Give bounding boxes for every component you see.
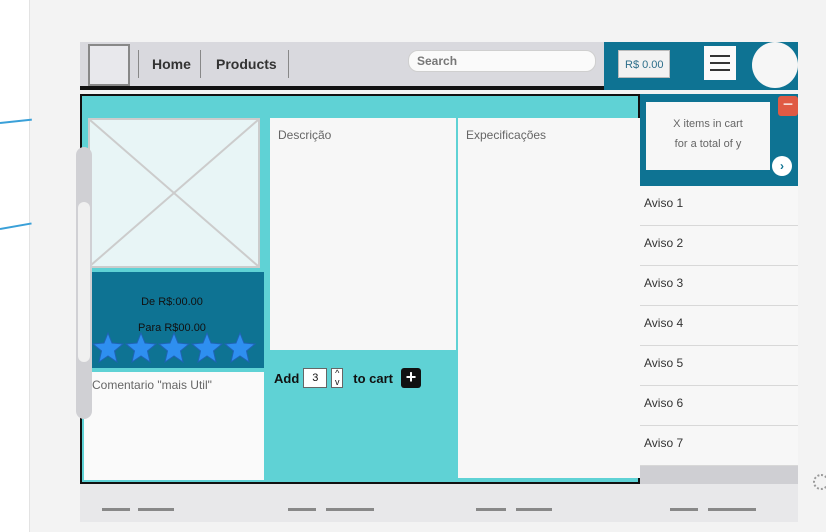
avatar[interactable] (752, 42, 798, 88)
notice-item[interactable]: Aviso 5 (640, 346, 798, 386)
nav-home-link[interactable]: Home (152, 56, 191, 72)
image-placeholder-icon (89, 119, 259, 267)
cart-total[interactable]: R$ 0.00 (618, 50, 670, 78)
divider (138, 50, 139, 78)
notice-list: Aviso 1 Aviso 2 Aviso 3 Aviso 4 Aviso 5 Aviso… (640, 186, 798, 466)
star-icon[interactable] (191, 332, 223, 364)
cart-summary: X items in cart for a total of y − › (640, 94, 798, 186)
description-box: Descrição (270, 118, 456, 350)
footer-link-placeholder[interactable] (102, 508, 130, 511)
chevron-right-icon[interactable]: › (772, 156, 792, 176)
scrollbar[interactable] (76, 147, 92, 419)
menu-button[interactable] (704, 46, 736, 80)
logo-placeholder (88, 44, 130, 86)
product-image-placeholder (88, 118, 260, 268)
remove-button[interactable]: − (778, 95, 798, 116)
header: Home Products Search R$ 0.00 (80, 42, 798, 90)
notice-item[interactable]: Aviso 2 (640, 226, 798, 266)
notice-item[interactable]: Aviso 4 (640, 306, 798, 346)
rating-stars[interactable] (92, 332, 256, 364)
star-icon[interactable] (224, 332, 256, 364)
search-input[interactable]: Search (408, 50, 596, 72)
divider (200, 50, 201, 78)
notice-item[interactable]: Aviso 7 (640, 426, 798, 466)
notice-item[interactable]: Aviso 3 (640, 266, 798, 306)
canvas-left-panel (0, 0, 30, 532)
notice-list-footer (640, 466, 798, 484)
footer-link-placeholder[interactable] (288, 508, 316, 511)
price-from: De R$:00.00 (141, 296, 203, 308)
divider (288, 50, 289, 78)
wireframe: Home Products Search R$ 0.00 De R$:00.00… (76, 42, 798, 522)
notice-item[interactable]: Aviso 6 (640, 386, 798, 426)
footer-link-placeholder[interactable] (326, 508, 374, 511)
specifications-box: Expecificações (458, 118, 642, 478)
star-icon[interactable] (92, 332, 124, 364)
footer-link-placeholder[interactable] (516, 508, 552, 511)
add-to-cart-row: Add 3 ^ v to cart + (274, 368, 422, 388)
star-icon[interactable] (158, 332, 190, 364)
notice-item[interactable]: Aviso 1 (640, 186, 798, 226)
add-to-cart-button[interactable]: + (401, 368, 422, 388)
scrollbar-thumb[interactable] (78, 202, 90, 362)
product-area: De R$:00.00 Para R$00.00 Comentario "mai… (80, 94, 642, 484)
quantity-field[interactable]: 3 (303, 368, 328, 388)
footer-link-placeholder[interactable] (138, 508, 174, 511)
star-icon[interactable] (125, 332, 157, 364)
to-cart-label: to cart (353, 370, 394, 386)
quantity-stepper[interactable]: ^ v (331, 368, 344, 388)
hamburger-icon (710, 62, 730, 64)
nav-products-link[interactable]: Products (216, 56, 277, 72)
footer (80, 484, 798, 522)
hamburger-icon (710, 69, 730, 71)
hamburger-icon (710, 55, 730, 57)
footer-link-placeholder[interactable] (476, 508, 506, 511)
footer-link-placeholder[interactable] (708, 508, 756, 511)
header-account-area: R$ 0.00 (604, 42, 798, 90)
add-label: Add (274, 370, 300, 386)
cart-count-text: X items in cart (673, 118, 743, 130)
cart-total-text: for a total of y (674, 138, 742, 150)
top-comment: Comentario "mais Util" (84, 372, 264, 480)
footer-link-placeholder[interactable] (670, 508, 698, 511)
cart-summary-box: X items in cart for a total of y (646, 102, 770, 170)
refresh-icon[interactable] (813, 474, 826, 490)
